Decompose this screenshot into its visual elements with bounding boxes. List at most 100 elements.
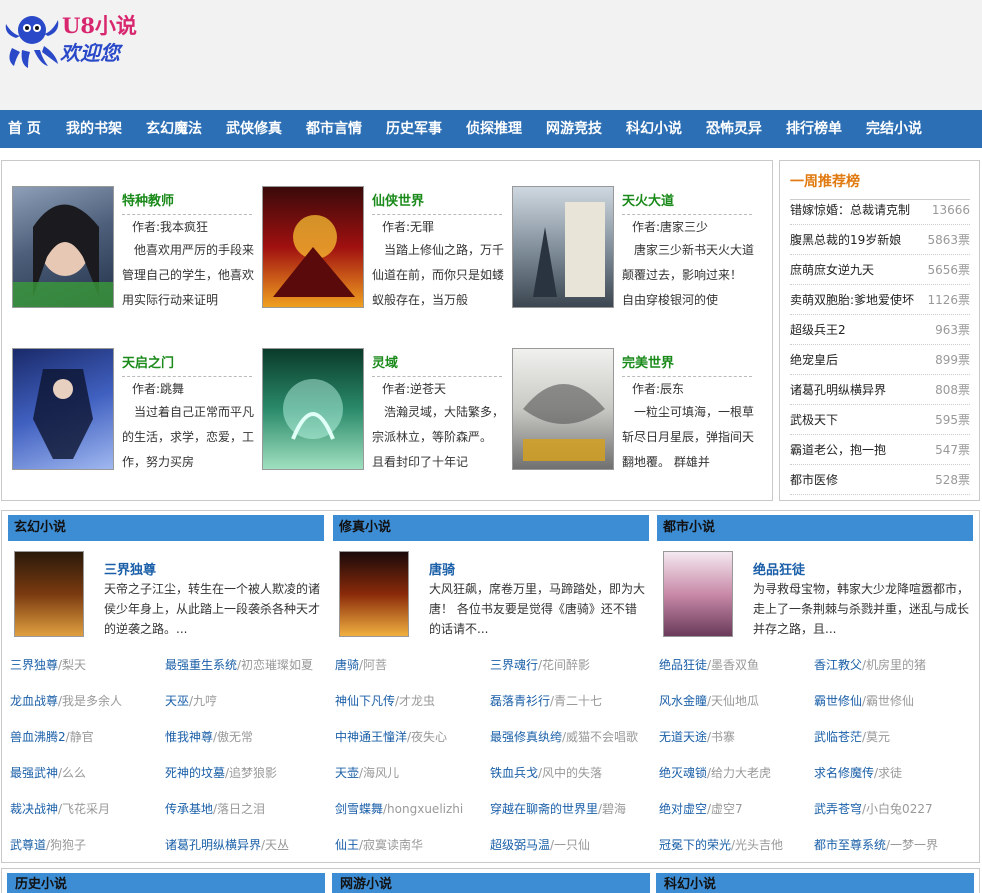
- list-item[interactable]: 最强修真纨绔/威猫不会唱歌: [490, 727, 649, 747]
- list-title[interactable]: 超级弼马温: [490, 838, 550, 852]
- ranking-book-name[interactable]: 霸道老公，抱一抱: [790, 435, 886, 465]
- list-title[interactable]: 三界魂行: [490, 658, 538, 672]
- list-title[interactable]: 霸世修仙: [814, 694, 862, 708]
- list-title[interactable]: 绝灭魂锁: [659, 766, 707, 780]
- list-title[interactable]: 裁决战神: [10, 802, 58, 816]
- nav-item-urban[interactable]: 都市言情: [306, 110, 362, 148]
- category-header[interactable]: 修真小说: [333, 515, 649, 541]
- list-title[interactable]: 传承基地: [165, 802, 213, 816]
- book-cover[interactable]: [512, 186, 614, 308]
- list-title[interactable]: 龙血战尊: [10, 694, 58, 708]
- list-item[interactable]: 仙王/寂寞读南华: [335, 835, 485, 855]
- list-item[interactable]: 传承基地/落日之泪: [165, 799, 324, 819]
- ranking-book-name[interactable]: 庶萌庶女逆九天: [790, 255, 874, 285]
- list-item[interactable]: 天壶/海风儿: [335, 763, 485, 783]
- category-header[interactable]: 都市小说: [657, 515, 973, 541]
- ranking-book-name[interactable]: 腹黑总裁的19岁新娘: [790, 225, 901, 255]
- list-item[interactable]: 武临苍茫/莫元: [814, 727, 973, 747]
- list-title[interactable]: 无道天途: [659, 730, 707, 744]
- ranking-item[interactable]: 腹黑总裁的19岁新娘 5863票: [790, 225, 970, 255]
- list-item[interactable]: 裁决战神/飞花采月: [10, 799, 160, 819]
- list-item[interactable]: 三界独尊/梨天: [10, 655, 160, 675]
- list-title[interactable]: 都市至尊系统: [814, 838, 886, 852]
- list-item[interactable]: 绝对虚空/虚空7: [659, 799, 809, 819]
- nav-item-rankings[interactable]: 排行榜单: [786, 110, 842, 148]
- list-item[interactable]: 霸世修仙/霸世修仙: [814, 691, 973, 711]
- category-header-history[interactable]: 历史小说: [7, 873, 325, 893]
- list-title[interactable]: 磊落青衫行: [490, 694, 550, 708]
- list-title[interactable]: 最强重生系统: [165, 658, 237, 672]
- list-item[interactable]: 兽血沸腾2/静官: [10, 727, 160, 747]
- list-title[interactable]: 绝对虚空: [659, 802, 707, 816]
- ranking-item[interactable]: 超级兵王2 963票: [790, 315, 970, 345]
- ranking-book-name[interactable]: 卖萌双胞胎:爹地爱使坏: [790, 285, 914, 315]
- book-cover[interactable]: [262, 186, 364, 308]
- book-title[interactable]: 绝品狂徒: [753, 559, 805, 578]
- list-item[interactable]: 武弄苍穹/小白兔0227: [814, 799, 973, 819]
- list-title[interactable]: 死神的坟墓: [165, 766, 225, 780]
- ranking-item[interactable]: 卖萌双胞胎:爹地爱使坏 1126票: [790, 285, 970, 315]
- book-title[interactable]: 完美世界: [622, 352, 752, 377]
- list-title[interactable]: 最强武神: [10, 766, 58, 780]
- book-title[interactable]: 特种教师: [122, 190, 252, 215]
- ranking-item[interactable]: 错嫁惊婚：总裁请克制 13666: [790, 195, 970, 225]
- book-cover[interactable]: [14, 551, 84, 637]
- book-cover[interactable]: [339, 551, 409, 637]
- list-title[interactable]: 诸葛孔明纵横异界: [165, 838, 261, 852]
- list-title[interactable]: 穿越在聊斋的世界里: [490, 802, 598, 816]
- list-title[interactable]: 天壶: [335, 766, 359, 780]
- list-item[interactable]: 武尊道/狗狍子: [10, 835, 160, 855]
- list-item[interactable]: 惟我神尊/傲无常: [165, 727, 324, 747]
- nav-item-fantasy[interactable]: 玄幻魔法: [146, 110, 202, 148]
- ranking-item[interactable]: 绝宠皇后 899票: [790, 345, 970, 375]
- book-cover[interactable]: [12, 348, 114, 470]
- list-item[interactable]: 诸葛孔明纵横异界/天丛: [165, 835, 324, 855]
- list-item[interactable]: 绝灭魂锁/给力大老虎: [659, 763, 809, 783]
- list-item[interactable]: 风水金瞳/天仙地瓜: [659, 691, 809, 711]
- ranking-book-name[interactable]: 诸葛孔明纵横异界: [790, 375, 886, 405]
- list-item[interactable]: 穿越在聊斋的世界里/碧海: [490, 799, 649, 819]
- list-title[interactable]: 武临苍茫: [814, 730, 862, 744]
- ranking-item[interactable]: 庶萌庶女逆九天 5656票: [790, 255, 970, 285]
- nav-item-completed[interactable]: 完结小说: [866, 110, 922, 148]
- nav-item-scifi[interactable]: 科幻小说: [626, 110, 682, 148]
- list-title[interactable]: 冠冕下的荣光: [659, 838, 731, 852]
- list-item[interactable]: 绝品狂徒/墨香双鱼: [659, 655, 809, 675]
- list-item[interactable]: 都市至尊系统/一梦一界: [814, 835, 973, 855]
- list-item[interactable]: 无道天途/书寨: [659, 727, 809, 747]
- list-title[interactable]: 三界独尊: [10, 658, 58, 672]
- ranking-item[interactable]: 霸道老公，抱一抱 547票: [790, 435, 970, 465]
- book-title[interactable]: 仙侠世界: [372, 190, 502, 215]
- list-title[interactable]: 惟我神尊: [165, 730, 213, 744]
- list-item[interactable]: 求名修魔传/求徒: [814, 763, 973, 783]
- category-header-scifi[interactable]: 科幻小说: [656, 873, 974, 893]
- book-cover[interactable]: [663, 551, 733, 637]
- list-title[interactable]: 中神通王憧洋: [335, 730, 407, 744]
- list-item[interactable]: 最强重生系统/初恋璀璨如夏: [165, 655, 324, 675]
- nav-item-home[interactable]: 首 页: [8, 110, 41, 148]
- book-title[interactable]: 天启之门: [122, 352, 252, 377]
- ranking-item[interactable]: 都市医修 528票: [790, 465, 970, 495]
- list-item[interactable]: 唐骑/阿菩: [335, 655, 485, 675]
- list-title[interactable]: 香江教父: [814, 658, 862, 672]
- list-title[interactable]: 天巫: [165, 694, 189, 708]
- list-title[interactable]: 铁血兵戈: [490, 766, 538, 780]
- book-cover[interactable]: [262, 348, 364, 470]
- ranking-book-name[interactable]: 都市医修: [790, 465, 838, 495]
- list-title[interactable]: 最强修真纨绔: [490, 730, 562, 744]
- list-item[interactable]: 死神的坟墓/追梦狼影: [165, 763, 324, 783]
- book-cover[interactable]: [12, 186, 114, 308]
- list-item[interactable]: 铁血兵戈/风中的失落: [490, 763, 649, 783]
- book-title[interactable]: 三界独尊: [104, 559, 156, 578]
- list-title[interactable]: 神仙下凡传: [335, 694, 395, 708]
- list-item[interactable]: 最强武神/么么: [10, 763, 160, 783]
- list-item[interactable]: 龙血战尊/我是多余人: [10, 691, 160, 711]
- book-title[interactable]: 天火大道: [622, 190, 752, 215]
- nav-item-bookshelf[interactable]: 我的书架: [66, 110, 122, 148]
- category-header-gaming[interactable]: 网游小说: [332, 873, 650, 893]
- list-item[interactable]: 天巫/九哼: [165, 691, 324, 711]
- ranking-book-name[interactable]: 绝宠皇后: [790, 345, 838, 375]
- list-title[interactable]: 唐骑: [335, 658, 359, 672]
- book-cover[interactable]: [512, 348, 614, 470]
- ranking-item[interactable]: 武极天下 595票: [790, 405, 970, 435]
